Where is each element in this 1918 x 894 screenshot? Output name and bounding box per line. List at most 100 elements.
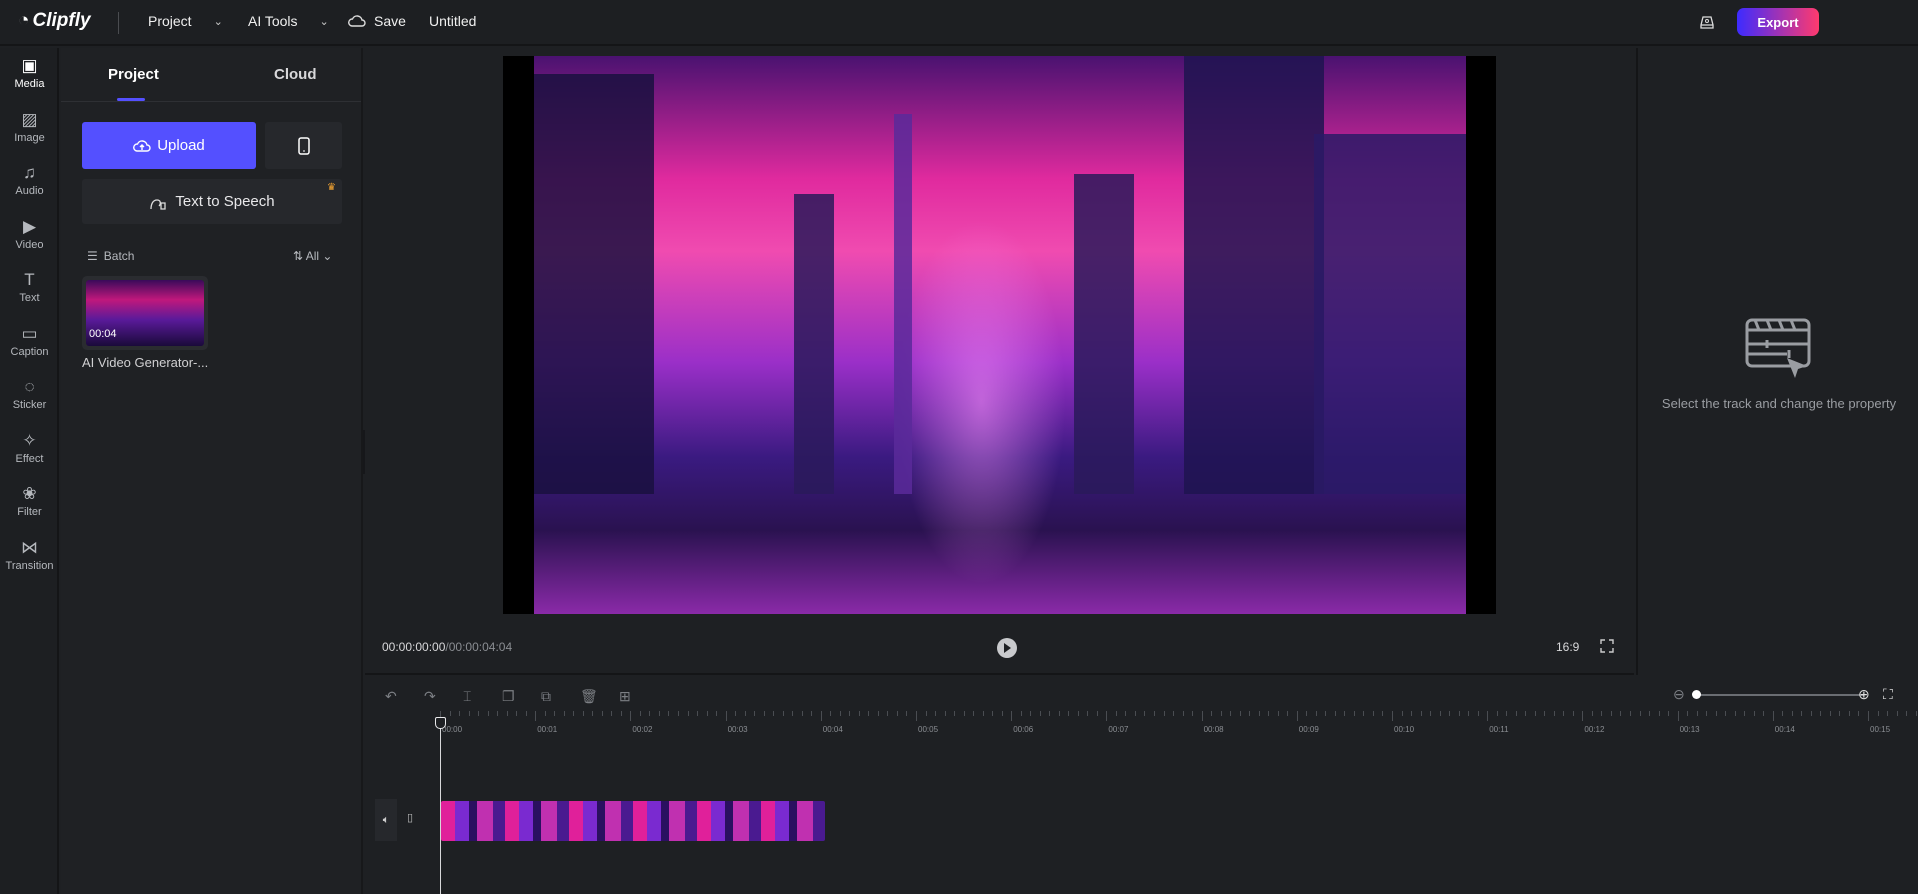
ruler-tick	[1277, 711, 1279, 716]
sidebar-item-filter[interactable]: ❀ Filter	[0, 484, 59, 518]
upload-button[interactable]: Upload	[82, 122, 256, 169]
ruler-tick	[1868, 711, 1869, 721]
ruler-tick	[754, 711, 756, 716]
ruler-tick	[1230, 711, 1232, 716]
split-icon[interactable]: ⌶	[463, 688, 471, 705]
video-preview[interactable]	[503, 56, 1496, 614]
ruler-tick	[1810, 711, 1812, 716]
sidebar-item-sticker[interactable]: ◌ Sticker	[0, 377, 59, 411]
premium-crown-icon: ♛	[327, 182, 336, 193]
freeze-frame-icon[interactable]: ⊞	[619, 688, 631, 705]
copy-icon[interactable]: ❐	[502, 688, 515, 705]
ruler-tick	[1372, 711, 1374, 716]
video-clip[interactable]	[441, 801, 825, 841]
scene-building	[894, 114, 912, 494]
playhead-handle[interactable]	[435, 717, 446, 729]
ruler-tick	[1620, 711, 1622, 716]
ruler-tick	[1906, 711, 1908, 716]
ruler-tick	[1439, 711, 1441, 716]
tab-cloud[interactable]: Cloud	[274, 66, 317, 83]
ruler-tick	[1173, 711, 1175, 716]
sidebar-item-text[interactable]: T Text	[0, 270, 59, 304]
ruler-tick	[697, 711, 699, 716]
ruler-tick	[1839, 711, 1841, 716]
ruler-tick	[563, 711, 565, 716]
zoom-out-icon[interactable]: ⊖	[1673, 686, 1685, 703]
ruler-tick	[1258, 711, 1260, 716]
ruler-label: 00:10	[1394, 725, 1415, 734]
ruler-tick	[1049, 711, 1051, 716]
media-icon: ▣	[21, 56, 38, 75]
project-menu[interactable]: Project ⌄	[148, 13, 223, 29]
ruler-tick	[449, 711, 451, 716]
ruler-tick	[1572, 711, 1574, 716]
ruler-label: 00:11	[1489, 725, 1509, 734]
ai-tools-menu[interactable]: AI Tools ⌄	[248, 13, 329, 29]
ruler-tick	[877, 711, 879, 716]
ruler-tick	[1610, 711, 1612, 716]
zoom-slider-handle[interactable]	[1692, 690, 1701, 699]
ruler-tick	[639, 711, 641, 716]
delete-icon[interactable]: 🗑	[580, 688, 598, 705]
ruler-tick	[573, 711, 575, 716]
timecode: 00:00:00:00/00:00:04:04	[382, 640, 513, 654]
export-button[interactable]: Export	[1737, 8, 1819, 36]
ruler-tick	[1487, 711, 1489, 721]
ruler-tick	[1668, 711, 1670, 716]
ruler-tick	[887, 711, 889, 716]
ruler-tick	[1182, 711, 1184, 716]
sidebar-item-video[interactable]: ▶ Video	[0, 217, 59, 251]
ruler-tick	[1525, 711, 1527, 716]
ruler-tick	[1772, 711, 1774, 721]
ruler-tick	[1563, 711, 1565, 716]
zoom-in-icon[interactable]: ⊕	[1858, 686, 1870, 703]
ruler-tick	[668, 711, 670, 716]
storage-icon[interactable]	[1699, 14, 1715, 30]
text-to-speech-button[interactable]: Text to Speech	[82, 179, 342, 224]
project-title[interactable]: Untitled	[429, 13, 476, 29]
sidebar-item-audio[interactable]: ♫ Audio	[0, 163, 59, 197]
track-cover-icon[interactable]: ▯	[407, 811, 413, 824]
batch-button[interactable]: ☰ Batch	[87, 249, 134, 263]
ruler-tick	[506, 711, 508, 716]
sidebar-item-label: Caption	[10, 345, 49, 358]
ruler-tick	[1201, 711, 1203, 721]
track-mute-button[interactable]: 🔈︎	[375, 799, 397, 841]
tab-project[interactable]: Project	[108, 66, 159, 83]
media-item[interactable]: 00:04	[82, 276, 208, 350]
zoom-slider[interactable]	[1694, 694, 1864, 696]
fit-timeline-icon[interactable]: ⛶	[1883, 686, 1893, 703]
divider	[61, 101, 361, 102]
ruler-tick	[916, 711, 917, 721]
playhead-line[interactable]	[440, 717, 441, 894]
ruler-tick	[1782, 711, 1784, 716]
clipfly-logo[interactable]: ◔ Clipfly	[18, 10, 91, 32]
ruler-tick	[935, 711, 937, 716]
logo-icon: ◔	[18, 10, 30, 31]
sidebar-item-media[interactable]: ▣ Media	[0, 56, 59, 90]
sidebar-item-image[interactable]: ▨ Image	[0, 110, 59, 144]
ruler-tick	[906, 711, 908, 716]
ruler-tick	[1411, 711, 1413, 716]
ruler-tick	[1449, 711, 1451, 716]
media-panel: Project Cloud Upload Text to Speech ♛ ☰ B…	[61, 48, 363, 894]
ruler-tick	[1077, 711, 1079, 716]
fullscreen-icon[interactable]	[1600, 639, 1614, 653]
mobile-upload-button[interactable]	[265, 122, 342, 169]
ruler-tick	[1401, 711, 1403, 716]
aspect-ratio-selector[interactable]: 16:9	[1556, 640, 1579, 654]
play-button[interactable]	[997, 638, 1017, 658]
sort-filter-dropdown[interactable]: ⇅ All ⌄	[293, 249, 332, 263]
undo-icon[interactable]: ↶	[385, 688, 397, 705]
time-ruler[interactable]: 00:00 00:01 00:02 00:03 00:04 00:05 00:06 00:07…	[365, 711, 1918, 741]
ruler-tick	[601, 711, 603, 716]
ruler-label: 00:03	[727, 725, 748, 734]
ruler-label: 00:14	[1774, 725, 1795, 734]
save-button[interactable]: Save	[348, 13, 406, 29]
sidebar-item-effect[interactable]: ✧ Effect	[0, 431, 59, 465]
sidebar-item-transition[interactable]: ⋈ Transition	[0, 538, 59, 572]
redo-icon[interactable]: ↷	[424, 688, 436, 705]
ruler-tick	[820, 711, 822, 721]
duplicate-icon[interactable]: ⧉	[541, 688, 551, 705]
sidebar-item-caption[interactable]: ▭ Caption	[0, 324, 59, 358]
